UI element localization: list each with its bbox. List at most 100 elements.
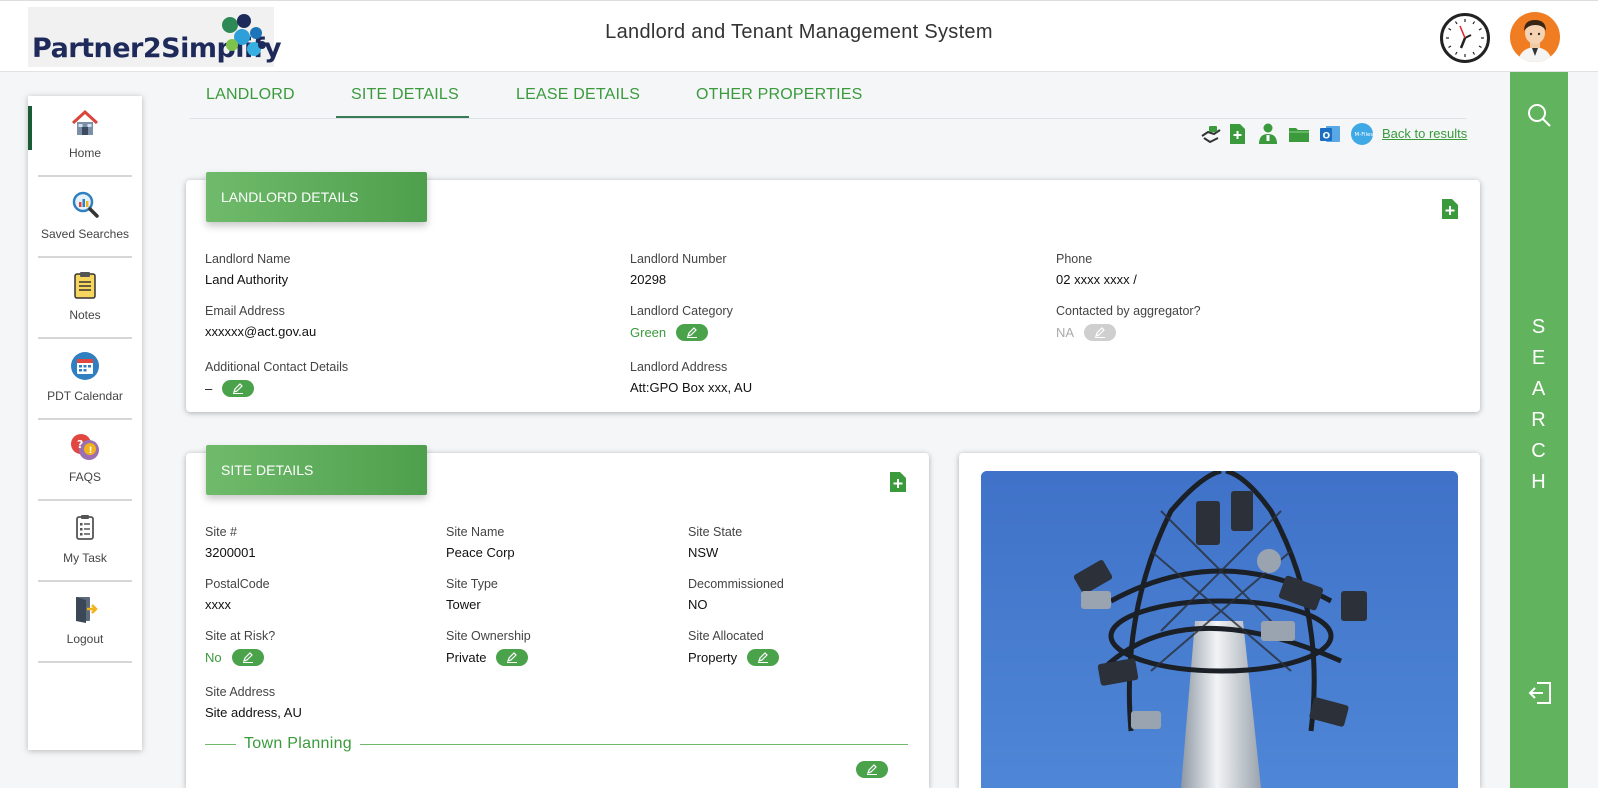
site-state-field: Site State NSW <box>688 525 743 560</box>
handshake-icon[interactable] <box>1200 122 1224 146</box>
landlord-details-card: LANDLORD DETAILS Landlord Name Land Auth… <box>186 172 1480 412</box>
additional-contact-value: – <box>205 381 213 396</box>
task-icon <box>76 515 94 540</box>
pencil-icon <box>687 327 698 338</box>
home-icon <box>71 109 99 135</box>
outlook-icon[interactable]: O <box>1318 122 1342 146</box>
edit-category-button[interactable] <box>676 324 709 341</box>
landlord-name-field: Landlord Name Land Authority <box>205 252 291 287</box>
tab-other-properties[interactable]: OTHER PROPERTIES <box>696 86 863 104</box>
landlord-category-field: Landlord Category Green <box>630 304 733 341</box>
tab-landlord[interactable]: LANDLORD <box>206 86 295 104</box>
add-document-icon[interactable] <box>1225 122 1249 146</box>
sidebar-label-home: Home <box>68 146 101 160</box>
edit-town-planning-button[interactable] <box>856 761 888 778</box>
site-ownership-field: Site Ownership Private <box>446 629 531 666</box>
clock-icon <box>1440 13 1490 63</box>
sidebar-label-saved-searches: Saved Searches <box>40 227 130 241</box>
notes-icon <box>74 272 96 299</box>
svg-text:O: O <box>1323 132 1331 142</box>
site-at-risk-value: No <box>205 650 222 665</box>
search-icon[interactable] <box>1526 102 1552 128</box>
sidebar-label-notes: Notes <box>69 308 101 322</box>
folder-icon[interactable] <box>1287 122 1311 146</box>
site-allocated-field: Site Allocated Property <box>688 629 780 666</box>
site-tower-photo <box>981 471 1458 788</box>
sidebar-item-saved-searches[interactable]: Saved Searches <box>38 177 132 258</box>
phone-field: Phone 02 xxxx xxxx / <box>1056 252 1137 287</box>
site-state-value: NSW <box>688 545 719 560</box>
pencil-icon <box>233 383 244 394</box>
faq-icon: ? ! <box>71 434 99 460</box>
saved-search-icon <box>72 191 99 218</box>
sidebar-item-notes[interactable]: Notes <box>38 258 132 339</box>
active-tab-underline <box>336 116 469 118</box>
site-at-risk-field: Site at Risk? No <box>205 629 276 666</box>
edit-site-allocated-button[interactable] <box>747 649 780 666</box>
exit-icon[interactable] <box>1527 680 1553 706</box>
app-header: Partner2Simplify Landlord and Tenant Man… <box>0 0 1598 72</box>
sidebar-item-faqs[interactable]: ? ! FAQS <box>38 420 132 501</box>
edit-site-at-risk-button[interactable] <box>231 649 264 666</box>
svg-text:!: ! <box>89 446 93 456</box>
tab-lease-details[interactable]: LEASE DETAILS <box>516 86 640 104</box>
calendar-icon <box>71 352 99 380</box>
site-address-field: Site Address Site address, AU <box>205 685 302 720</box>
pencil-icon <box>507 652 518 663</box>
back-to-results-link[interactable]: Back to results <box>1382 126 1467 141</box>
email-field: Email Address xxxxxx@act.gov.au <box>205 304 317 339</box>
site-address-value: Site address, AU <box>205 705 302 720</box>
sidebar-label-pdt-calendar: PDT Calendar <box>47 389 123 403</box>
town-planning-title: Town Planning <box>236 735 360 753</box>
sidebar-item-home[interactable]: Home <box>38 96 132 177</box>
site-name-value: Peace Corp <box>446 545 515 560</box>
edit-aggregator-button[interactable] <box>1084 324 1117 341</box>
user-contact-icon[interactable] <box>1256 122 1280 146</box>
phone-value: 02 xxxx xxxx / <box>1056 272 1137 287</box>
sidebar-label-faqs: FAQS <box>68 470 101 484</box>
svg-text:?: ? <box>77 438 83 451</box>
edit-site-ownership-button[interactable] <box>496 649 529 666</box>
active-indicator <box>28 106 32 150</box>
aggregator-value: NA <box>1056 325 1075 340</box>
sidebar-item-pdt-calendar[interactable]: PDT Calendar <box>38 339 132 420</box>
landlord-address-value: Att:GPO Box xxx, AU <box>630 380 753 395</box>
sidebar-item-my-task[interactable]: My Task <box>38 501 132 582</box>
tab-site-details[interactable]: SITE DETAILS <box>351 86 459 104</box>
site-ownership-value: Private <box>446 650 487 665</box>
site-allocated-value: Property <box>688 650 738 665</box>
pencil-icon <box>1095 327 1106 338</box>
search-rail[interactable]: S E A R C H <box>1510 72 1568 788</box>
tab-bar: LANDLORD SITE DETAILS LEASE DETAILS OTHE… <box>190 72 1466 119</box>
user-avatar[interactable] <box>1510 12 1560 62</box>
landlord-details-header: LANDLORD DETAILS <box>206 172 427 222</box>
pencil-icon <box>867 764 877 775</box>
landlord-address-field: Landlord Address Att:GPO Box xxx, AU <box>630 360 753 395</box>
landlord-category-value: Green <box>630 325 667 340</box>
app-title: Landlord and Tenant Management System <box>605 21 993 43</box>
sidebar-item-logout[interactable]: Logout <box>38 582 132 663</box>
logout-icon <box>76 597 98 623</box>
sidebar-nav: Home Saved Searches Notes PDT Calendar ?… <box>28 96 142 750</box>
mfiles-icon[interactable]: M-Files <box>1350 122 1374 146</box>
landlord-number-value: 20298 <box>630 272 667 287</box>
search-rail-label: S E A R C H <box>1531 316 1547 493</box>
additional-contact-field: Additional Contact Details – <box>205 360 349 397</box>
site-name-field: Site Name Peace Corp <box>446 525 515 560</box>
postal-code-field: PostalCode xxxx <box>205 577 270 612</box>
postal-code-value: xxxx <box>205 597 231 612</box>
decommissioned-field: Decommissioned NO <box>688 577 784 612</box>
decommissioned-value: NO <box>688 597 708 612</box>
site-details-header: SITE DETAILS <box>206 445 427 495</box>
landlord-name-value: Land Authority <box>205 272 289 287</box>
pencil-icon <box>242 652 253 663</box>
pencil-icon <box>758 652 769 663</box>
edit-additional-contact-button[interactable] <box>222 380 255 397</box>
email-value: xxxxxx@act.gov.au <box>205 324 317 339</box>
add-site-document-icon[interactable] <box>888 471 908 493</box>
add-landlord-document-icon[interactable] <box>1440 198 1460 220</box>
sidebar-label-logout: Logout <box>66 632 104 646</box>
site-type-value: Tower <box>446 597 481 612</box>
site-number-value: 3200001 <box>205 545 256 560</box>
sidebar-label-my-task: My Task <box>63 551 107 565</box>
